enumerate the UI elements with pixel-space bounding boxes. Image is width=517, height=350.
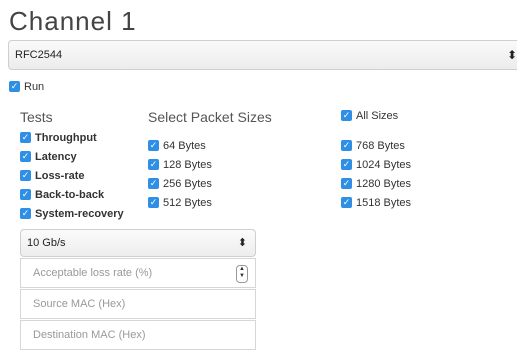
- all-sizes-label: All Sizes: [356, 110, 399, 122]
- test-system-recovery[interactable]: ✓ System-recovery: [20, 207, 124, 221]
- packet-size-1518[interactable]: ✓ 1518 Bytes: [341, 196, 411, 210]
- packet-size-1280[interactable]: ✓ 1280 Bytes: [341, 177, 411, 191]
- packet-size-label: 1024 Bytes: [356, 159, 412, 171]
- packet-size-label: 64 Bytes: [163, 140, 206, 152]
- checkmark-icon[interactable]: ✓: [341, 109, 352, 121]
- packet-size-label: 256 Bytes: [163, 178, 212, 190]
- checkmark-icon[interactable]: ✓: [9, 80, 20, 92]
- source-mac-placeholder: Source MAC (Hex): [33, 298, 126, 310]
- packet-size-label: 1280 Bytes: [356, 178, 412, 190]
- test-loss-rate[interactable]: ✓ Loss-rate: [20, 169, 85, 183]
- checkmark-icon[interactable]: ✓: [148, 158, 159, 170]
- packet-size-512[interactable]: ✓ 512 Bytes: [148, 196, 212, 210]
- test-label: Throughput: [35, 132, 97, 144]
- packet-size-768[interactable]: ✓ 768 Bytes: [341, 139, 405, 153]
- speed-select[interactable]: 10 Gb/s ⬍: [20, 229, 256, 257]
- checkmark-icon[interactable]: ✓: [341, 139, 352, 151]
- packet-size-label: 128 Bytes: [163, 159, 212, 171]
- destination-mac-placeholder: Destination MAC (Hex): [33, 329, 146, 341]
- packet-size-128[interactable]: ✓ 128 Bytes: [148, 158, 212, 172]
- checkmark-icon[interactable]: ✓: [341, 158, 352, 170]
- source-mac-input[interactable]: Source MAC (Hex): [20, 289, 256, 319]
- loss-rate-input[interactable]: Acceptable loss rate (%) ▲ ▼: [20, 258, 256, 288]
- packet-sizes-heading: Select Packet Sizes: [148, 109, 272, 125]
- packet-size-label: 1518 Bytes: [356, 197, 412, 209]
- run-checkbox-row[interactable]: ✓ Run: [9, 80, 44, 94]
- page-title: Channel 1: [9, 6, 137, 36]
- packet-size-256[interactable]: ✓ 256 Bytes: [148, 177, 212, 191]
- speed-select-value: 10 Gb/s: [27, 237, 66, 249]
- checkmark-icon[interactable]: ✓: [20, 169, 31, 181]
- test-label: System-recovery: [35, 208, 124, 220]
- checkmark-icon[interactable]: ✓: [341, 177, 352, 189]
- tests-heading: Tests: [20, 109, 53, 125]
- test-label: Back-to-back: [35, 189, 105, 201]
- packet-size-label: 512 Bytes: [163, 197, 212, 209]
- checkmark-icon[interactable]: ✓: [20, 131, 31, 143]
- protocol-select[interactable]: RFC2544 ⬍: [8, 40, 517, 70]
- checkmark-icon[interactable]: ✓: [20, 207, 31, 219]
- all-sizes-checkbox-row[interactable]: ✓ All Sizes: [341, 109, 398, 123]
- checkmark-icon[interactable]: ✓: [148, 139, 159, 151]
- test-label: Loss-rate: [35, 170, 85, 182]
- test-label: Latency: [35, 151, 77, 163]
- packet-size-64[interactable]: ✓ 64 Bytes: [148, 139, 206, 153]
- destination-mac-input[interactable]: Destination MAC (Hex): [20, 320, 256, 350]
- test-latency[interactable]: ✓ Latency: [20, 150, 77, 164]
- checkmark-icon[interactable]: ✓: [148, 196, 159, 208]
- updown-arrows-icon: ⬍: [506, 48, 517, 62]
- packet-size-1024[interactable]: ✓ 1024 Bytes: [341, 158, 411, 172]
- test-throughput[interactable]: ✓ Throughput: [20, 131, 97, 145]
- loss-rate-placeholder: Acceptable loss rate (%): [33, 267, 153, 279]
- updown-arrows-icon: ⬍: [237, 237, 247, 249]
- test-back-to-back[interactable]: ✓ Back-to-back: [20, 188, 104, 202]
- checkmark-icon[interactable]: ✓: [20, 150, 31, 162]
- packet-size-label: 768 Bytes: [356, 140, 405, 152]
- checkmark-icon[interactable]: ✓: [341, 196, 352, 208]
- checkmark-icon[interactable]: ✓: [148, 177, 159, 189]
- run-label: Run: [24, 81, 45, 93]
- protocol-select-value: RFC2544: [15, 49, 63, 61]
- number-stepper-icon[interactable]: ▲ ▼: [236, 265, 248, 283]
- checkmark-icon[interactable]: ✓: [20, 188, 31, 200]
